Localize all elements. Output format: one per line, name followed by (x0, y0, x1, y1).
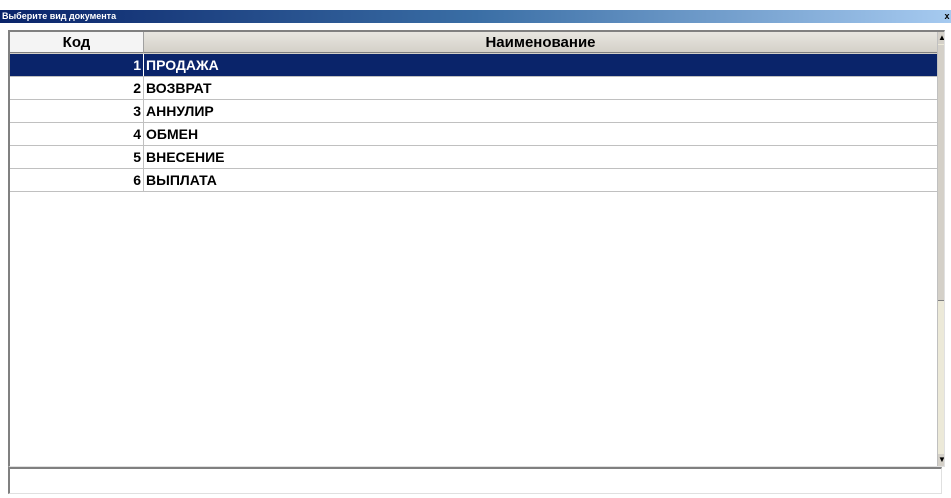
cell-name: ВНЕСЕНИЕ (144, 146, 938, 168)
table-row[interactable]: 2 ВОЗВРАТ (10, 77, 938, 100)
document-type-grid[interactable]: Код Наименование 1 ПРОДАЖА 2 ВОЗВРАТ 3 А… (8, 30, 945, 467)
column-header-name[interactable]: Наименование (144, 32, 938, 53)
cell-code: 6 (10, 169, 144, 191)
scroll-up-icon[interactable]: ▲ (938, 32, 944, 44)
grid-header: Код Наименование (10, 32, 944, 54)
document-type-dialog: Выберите вид документа x Код Наименовани… (0, 0, 951, 498)
table-row[interactable]: 5 ВНЕСЕНИЕ (10, 146, 938, 169)
cell-name: АННУЛИР (144, 100, 938, 122)
table-row[interactable]: 4 ОБМЕН (10, 123, 938, 146)
cell-code: 4 (10, 123, 144, 145)
status-bar (8, 467, 942, 494)
table-row[interactable]: 3 АННУЛИР (10, 100, 938, 123)
cell-name: ПРОДАЖА (144, 54, 938, 76)
cell-code: 3 (10, 100, 144, 122)
title-bar: Выберите вид документа x (0, 10, 951, 23)
column-header-code[interactable]: Код (10, 32, 144, 53)
grid-rows: 1 ПРОДАЖА 2 ВОЗВРАТ 3 АННУЛИР 4 ОБМЕН 5 … (10, 54, 938, 192)
close-icon[interactable]: x (943, 10, 951, 23)
cell-name: ВОЗВРАТ (144, 77, 938, 99)
cell-code: 2 (10, 77, 144, 99)
scroll-down-icon[interactable]: ▼ (938, 454, 944, 466)
cell-code: 1 (10, 54, 144, 76)
vertical-scrollbar[interactable]: ▲ ▼ (937, 32, 944, 466)
cell-code: 5 (10, 146, 144, 168)
scroll-thumb[interactable] (938, 45, 944, 301)
cell-name: ОБМЕН (144, 123, 938, 145)
table-row[interactable]: 1 ПРОДАЖА (10, 54, 938, 77)
window-title: Выберите вид документа (2, 11, 117, 21)
table-row[interactable]: 6 ВЫПЛАТА (10, 169, 938, 192)
cell-name: ВЫПЛАТА (144, 169, 938, 191)
